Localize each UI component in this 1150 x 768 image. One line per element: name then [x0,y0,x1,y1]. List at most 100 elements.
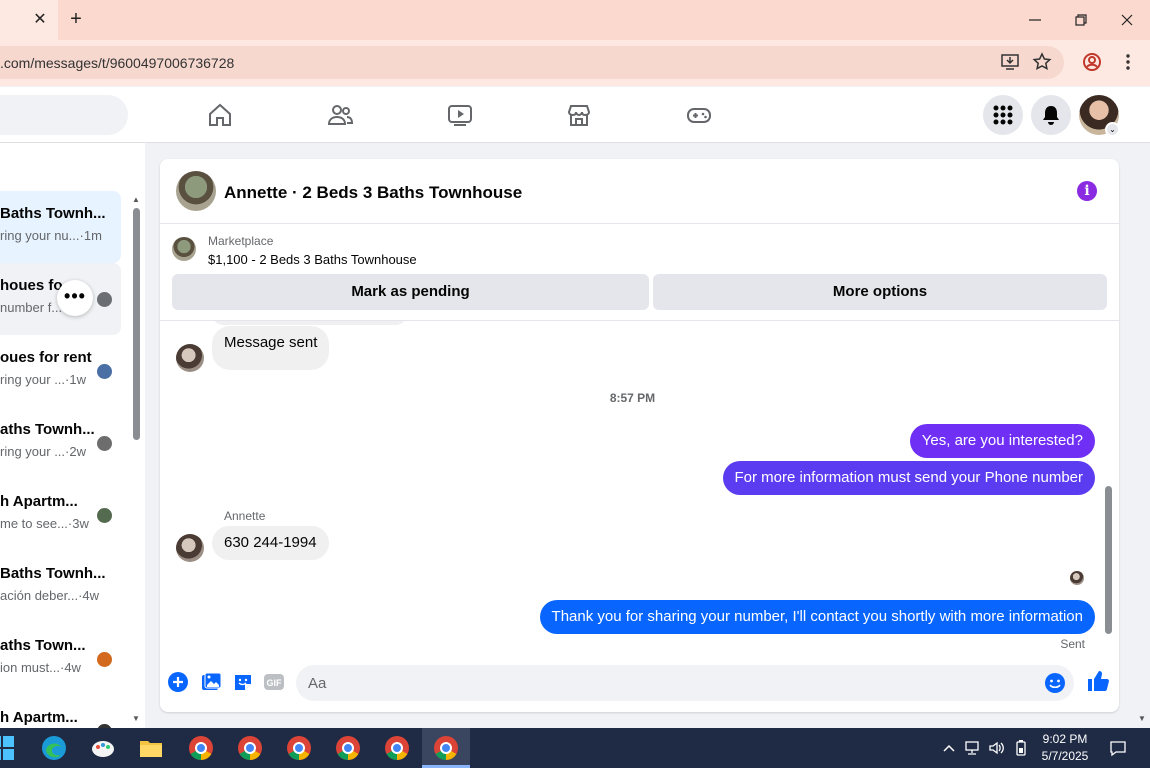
network-icon[interactable] [963,739,981,757]
chrome-icon[interactable] [334,734,362,762]
star-icon[interactable] [1032,52,1052,72]
browser-tab[interactable]: ✕ [0,0,58,40]
scroll-down-arrow[interactable]: ▼ [131,715,141,723]
message-bubble-outgoing[interactable]: For more information must send your Phon… [722,461,1095,495]
chrome-icon[interactable] [285,734,313,762]
restore-icon[interactable] [1069,8,1093,32]
volume-icon[interactable] [987,739,1005,757]
scroll-down-arrow[interactable]: ▼ [1104,638,1105,646]
chat-name: oues for rent [0,349,92,366]
chrome-icon[interactable] [383,734,411,762]
photo-icon[interactable] [200,671,222,693]
chat-list-item[interactable]: Baths Townh... ación deber...·4w [0,551,121,623]
message-input[interactable] [308,665,1028,701]
message-bubble-partial [212,321,407,325]
chat-name: Baths Townh... [0,205,106,222]
chrome-icon[interactable] [187,734,215,762]
chat-name: h Apartm... [0,493,78,510]
notification-center-icon[interactable] [1109,739,1127,757]
more-options-button[interactable]: More options [653,274,1107,310]
message-composer: GIF [160,658,1119,712]
sticker-icon[interactable] [232,671,254,693]
message-input-box[interactable] [296,665,1074,701]
message-bubble-incoming[interactable]: Message sent [212,326,330,370]
sender-avatar[interactable] [176,534,204,562]
message-thread: Message sent 8:57 PM Yes, are you intere… [160,321,1105,658]
chat-list-item[interactable]: aths Townh... ring your ...·2w [0,407,121,479]
clock-date: 5/7/2025 [1041,749,1089,763]
add-icon[interactable] [167,671,189,693]
chat-more-options-button[interactable]: ••• [57,280,93,316]
taskbar: 9:02 PM 5/7/2025 [0,728,1150,768]
sender-avatar[interactable] [176,344,204,372]
chrome-icon[interactable] [432,734,460,762]
message-bubble-incoming[interactable]: 630 244-1994 [212,526,329,560]
chat-preview: number f... [0,300,63,315]
mark-as-pending-button[interactable]: Mark as pending [172,274,649,310]
edge-icon[interactable] [40,734,68,762]
scroll-up-arrow[interactable]: ▲ [131,196,141,204]
marketplace-label: Marketplace [208,234,274,248]
emoji-icon[interactable] [1044,672,1066,694]
gif-icon[interactable]: GIF [263,671,285,693]
chat-list-item[interactable]: Baths Townh... ring your nu...·1m [0,191,121,263]
chrome-icon[interactable] [236,734,264,762]
chat-preview: ación deber...·4w [0,588,100,603]
message-bubble-outgoing[interactable]: Thank you for sharing your number, I'll … [539,600,1095,634]
chat-list-item[interactable]: h Apartm... [0,695,121,728]
plus-icon[interactable]: + [66,9,86,29]
home-icon[interactable] [206,101,234,129]
url-text: .com/messages/t/9600497006736728 [0,55,235,71]
window-close-icon[interactable] [1115,8,1139,32]
chat-avatar [97,292,112,307]
chat-name: h Apartm... [0,709,78,726]
like-icon[interactable] [1086,669,1110,693]
paint-icon[interactable] [89,734,117,762]
battery-icon[interactable] [1012,739,1030,757]
listing-thumbnail[interactable] [172,237,196,261]
conversation-title[interactable]: Annette · 2 Beds 3 Baths Townhouse [224,183,522,203]
video-icon[interactable] [446,101,474,129]
search-input[interactable] [0,95,128,135]
minimize-icon[interactable] [1023,8,1047,32]
chat-avatar [97,436,112,451]
chat-name: aths Town... [0,637,86,654]
page-scrollbar[interactable]: ▼ [1134,143,1150,728]
install-icon[interactable] [1000,52,1020,72]
chat-preview: ion must...·4w [0,660,81,675]
file-explorer-icon[interactable] [137,734,165,762]
chevron-down-icon[interactable]: ⌄ [1105,122,1120,137]
close-icon[interactable]: ✕ [31,11,49,29]
thread-scrollbar[interactable] [1105,486,1112,634]
apps-grid-icon [993,105,1013,125]
listing-title[interactable]: $1,100 - 2 Beds 3 Baths Townhouse [208,252,417,267]
start-icon[interactable] [0,734,16,762]
notifications-button[interactable] [1031,95,1071,135]
conversation-header: Annette · 2 Beds 3 Baths Townhouse i [160,159,1119,224]
scroll-up-arrow[interactable]: ▲ [1104,325,1105,333]
scroll-down-arrow[interactable]: ▼ [1137,715,1147,723]
chat-list: Baths Townh... ring your nu...·1m houes … [0,143,145,728]
message-bubble-outgoing[interactable]: Yes, are you interested? [909,424,1095,458]
profile-icon[interactable] [1082,52,1102,72]
apps-grid-button[interactable] [983,95,1023,135]
friends-icon[interactable] [326,101,354,129]
marketplace-icon[interactable] [565,101,593,129]
chat-list-scrollbar[interactable] [133,208,140,440]
sender-name: Annette [224,509,266,523]
message-status: Sent [1060,637,1085,651]
gaming-icon[interactable] [685,101,713,129]
chat-list-item[interactable]: aths Town... ion must...·4w [0,623,121,695]
url-field[interactable]: .com/messages/t/9600497006736728 [0,46,1064,79]
chat-preview: me to see...·3w [0,516,89,531]
bell-icon [1043,106,1059,125]
system-clock[interactable]: 9:02 PM 5/7/2025 [1036,731,1094,765]
chevron-up-icon[interactable] [940,739,958,757]
info-icon[interactable]: i [1077,181,1097,201]
seen-indicator-avatar [1070,571,1084,585]
conversation-panel: Annette · 2 Beds 3 Baths Townhouse i Mar… [160,159,1119,712]
chat-list-item[interactable]: h Apartm... me to see...·3w [0,479,121,551]
conversation-avatar[interactable] [176,171,216,211]
chat-list-item[interactable]: oues for rent ring your ...·1w [0,335,121,407]
menu-icon[interactable] [1118,52,1138,72]
